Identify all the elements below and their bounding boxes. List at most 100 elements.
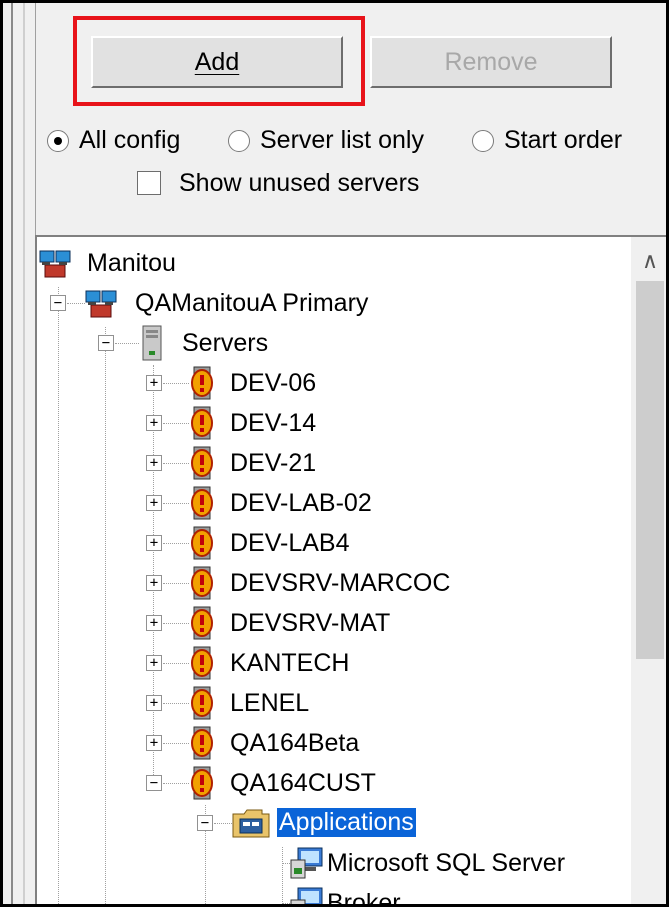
server-alert-icon — [191, 606, 213, 640]
tree-node-label: KANTECH — [230, 649, 350, 677]
remove-button[interactable]: Remove — [370, 36, 612, 88]
tree-node-server[interactable]: + DEV-06 — [37, 365, 637, 401]
expand-icon[interactable]: + — [146, 455, 162, 471]
expand-icon[interactable]: + — [146, 615, 162, 631]
network-icon — [85, 290, 117, 318]
expand-icon[interactable]: + — [146, 575, 162, 591]
server-tree[interactable]: Manitou − QAManitouA Primary − Servers +… — [35, 235, 666, 907]
server-alert-icon — [191, 646, 213, 680]
folder-app-icon — [232, 809, 270, 838]
tree-node-label: Manitou — [87, 249, 176, 277]
collapse-icon[interactable]: − — [197, 815, 213, 831]
tree-node-label: DEV-LAB4 — [230, 529, 350, 557]
app-computer-icon — [290, 847, 323, 879]
collapse-icon[interactable]: − — [146, 775, 162, 791]
tree-guide-line — [163, 423, 189, 424]
server-alert-icon — [191, 566, 213, 600]
radio-server-list-only-label: Server list only — [260, 126, 424, 154]
tree-guide-line — [163, 623, 189, 624]
expand-icon[interactable]: + — [146, 375, 162, 391]
tree-guide-line — [163, 463, 189, 464]
expand-icon[interactable]: + — [146, 695, 162, 711]
radio-server-list-only[interactable]: Server list only — [228, 126, 424, 155]
tree-node-label: DEV-06 — [230, 369, 317, 397]
checkbox-icon — [137, 171, 161, 195]
expand-icon[interactable]: + — [146, 495, 162, 511]
tree-node-application[interactable]: Broker — [37, 885, 637, 907]
window-frame: Add Remove All config Server list only S… — [0, 0, 669, 907]
chevron-up-icon[interactable]: ∧ — [631, 241, 666, 281]
server-alert-icon — [191, 366, 213, 400]
tree-guide-line — [163, 383, 189, 384]
tree-scrollbar[interactable]: ∧ — [631, 237, 666, 904]
tree-node-label-selected: Applications — [276, 807, 417, 838]
server-alert-icon — [191, 406, 213, 440]
radio-start-order-label: Start order — [504, 126, 623, 154]
server-alert-icon — [191, 486, 213, 520]
tree-node-server[interactable]: + DEV-14 — [37, 405, 637, 441]
server-alert-icon — [191, 446, 213, 480]
tree-guide-line — [214, 823, 232, 824]
tree-node-application[interactable]: Microsoft SQL Server — [37, 845, 637, 881]
tree-node-label: DEV-LAB-02 — [230, 489, 372, 517]
tree-guide-line — [163, 743, 189, 744]
tree-guide-line — [163, 543, 189, 544]
tree-guide-line — [115, 343, 139, 344]
tree-guide-line — [163, 783, 189, 784]
network-icon — [39, 250, 71, 278]
tree-node-server[interactable]: + DEVSRV-MARCOC — [37, 565, 637, 601]
server-alert-icon — [191, 766, 213, 800]
expand-icon[interactable]: + — [146, 735, 162, 751]
show-unused-servers-label: Show unused servers — [179, 168, 420, 197]
tree-guide-line — [163, 703, 189, 704]
radio-all-config[interactable]: All config — [47, 126, 180, 155]
radio-unchecked-icon — [228, 129, 250, 152]
add-button[interactable]: Add — [91, 36, 343, 88]
radio-unchecked-icon — [472, 129, 494, 152]
view-options: All config Server list only Start order — [47, 124, 646, 160]
radio-start-order[interactable]: Start order — [472, 126, 622, 155]
tree-node-label: DEV-21 — [230, 449, 317, 477]
tree-guide-line — [163, 663, 189, 664]
tree-node-label: Broker — [327, 889, 401, 907]
expand-icon[interactable]: + — [146, 535, 162, 551]
tree-node-server[interactable]: + DEVSRV-MAT — [37, 605, 637, 641]
scrollbar-thumb[interactable] — [636, 281, 664, 659]
tree-node-server[interactable]: + LENEL — [37, 685, 637, 721]
tree-node-server[interactable]: + DEV-LAB-02 — [37, 485, 637, 521]
server-tower-icon — [142, 325, 162, 361]
expand-icon[interactable]: + — [146, 415, 162, 431]
tree-node-server[interactable]: + KANTECH — [37, 645, 637, 681]
tree-node-label: Servers — [182, 329, 269, 357]
tree-node-label: QA164CUST — [230, 769, 376, 797]
tree-node-servers[interactable]: − Servers — [37, 325, 637, 361]
tree-guide-line — [163, 583, 189, 584]
add-button-label: Add — [194, 47, 240, 76]
server-alert-icon — [191, 686, 213, 720]
tree-node-server[interactable]: + DEV-21 — [37, 445, 637, 481]
server-alert-icon — [191, 726, 213, 760]
tree-guide-line — [67, 303, 85, 304]
expand-icon[interactable]: + — [146, 655, 162, 671]
tree-node-label: DEV-14 — [230, 409, 317, 437]
collapse-icon[interactable]: − — [50, 295, 66, 311]
tree-node-primary[interactable]: − QAManitouA Primary — [37, 285, 637, 321]
tree-node-server[interactable]: + DEV-LAB4 — [37, 525, 637, 561]
collapse-icon[interactable]: − — [98, 335, 114, 351]
app-computer-icon — [290, 887, 323, 904]
tree-node-label: DEVSRV-MARCOC — [230, 569, 451, 597]
left-panel-edge — [3, 3, 36, 904]
tree-node-server[interactable]: + QA164Beta — [37, 725, 637, 761]
show-unused-servers-checkbox[interactable]: Show unused servers — [137, 166, 419, 200]
tree-node-label: QAManitouA Primary — [135, 289, 369, 317]
tree-node-label: QA164Beta — [230, 729, 360, 757]
tree-node-root[interactable]: Manitou — [37, 245, 537, 281]
tree-node-label: DEVSRV-MAT — [230, 609, 391, 637]
radio-checked-icon — [47, 129, 69, 152]
tree-node-label: Microsoft SQL Server — [327, 849, 566, 877]
tree-node-server-expanded[interactable]: − QA164CUST — [37, 765, 637, 801]
tree-guide-line — [163, 503, 189, 504]
tree-node-applications[interactable]: − Applications — [37, 805, 637, 841]
remove-button-label: Remove — [444, 47, 538, 76]
radio-all-config-label: All config — [79, 126, 181, 154]
